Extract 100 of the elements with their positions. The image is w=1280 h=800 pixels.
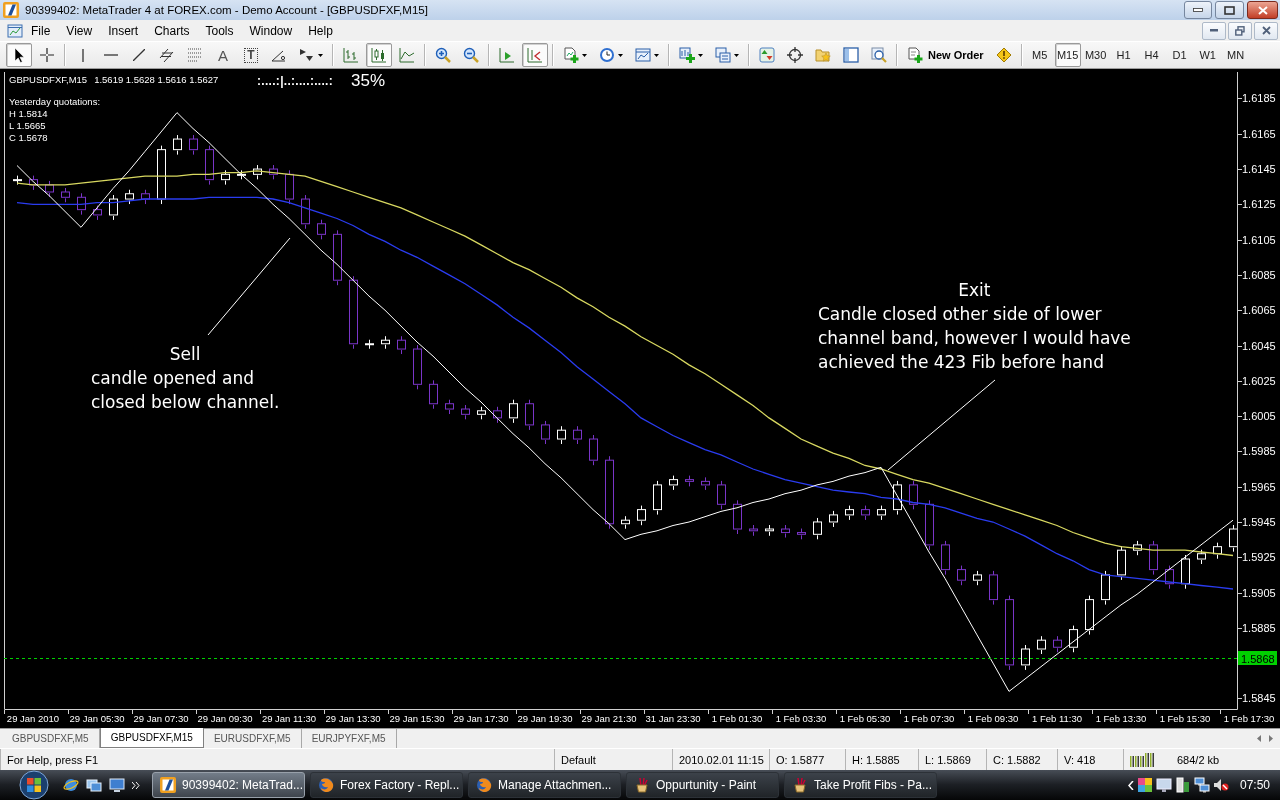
price-label: 1.6025	[1242, 374, 1276, 387]
minimize-button[interactable]	[1202, 21, 1226, 40]
status-text: L: 1.5869	[925, 753, 971, 766]
status-text: C: 1.5882	[993, 753, 1041, 766]
timeframe-button[interactable]: D1	[1166, 43, 1193, 67]
arrows-icon	[299, 47, 315, 63]
chart-prices: 1.5619 1.5628 1.5616 1.5627	[94, 74, 219, 86]
timeframe-button[interactable]: M15	[1054, 43, 1081, 67]
horizontal-line-icon	[104, 54, 118, 56]
double-chevron-icon[interactable]	[132, 781, 140, 789]
folder-star-icon	[815, 47, 831, 63]
brush-cup-icon	[634, 777, 650, 793]
close-button[interactable]	[1247, 1, 1278, 19]
windows-icon	[715, 47, 731, 63]
timeframe-button[interactable]: W1	[1194, 43, 1221, 67]
diagonal-line-icon	[133, 49, 145, 61]
menu-item[interactable]: Tools	[197, 21, 242, 40]
timeframe-button[interactable]: H4	[1138, 43, 1165, 67]
time-label: 1 Feb 11:30	[1032, 713, 1082, 724]
muted-speaker-icon[interactable]	[1212, 777, 1229, 793]
time-label: 1 Feb 01:30	[711, 713, 763, 724]
monitor-icon[interactable]	[1155, 777, 1172, 793]
menu-item[interactable]: File	[23, 21, 59, 40]
taskbar-button[interactable]: Oppurtunity - Paint	[626, 772, 779, 798]
vertical-line-icon	[82, 48, 84, 62]
taskbar-button[interactable]: Take Profit Fibs - Pa...	[784, 772, 937, 798]
monitor-icon[interactable]	[109, 777, 125, 793]
caret-icon	[618, 53, 623, 57]
price-label: 1.5885	[1242, 621, 1276, 634]
restore-icon	[1235, 25, 1245, 36]
status-text: 2010.02.01 11:15	[679, 753, 764, 766]
panel-window-icon	[843, 47, 859, 63]
scroll-left-icon[interactable]	[1257, 735, 1261, 742]
price-label: 1.6145	[1242, 163, 1276, 176]
globe-icon	[476, 777, 492, 793]
chart-symbol: GBPUSDFXF,M15	[9, 74, 88, 86]
quote-line: C 1.5678	[9, 132, 48, 144]
globe-icon[interactable]	[63, 777, 79, 793]
target-icon	[787, 47, 803, 63]
close-button[interactable]	[1254, 21, 1278, 40]
toolbar-button[interactable]: A	[210, 43, 236, 67]
scroll-right-icon[interactable]	[1269, 735, 1273, 742]
toolbar-button[interactable]: T	[238, 43, 264, 67]
menu-item[interactable]: Help	[300, 21, 341, 40]
color-squares-icon[interactable]	[1136, 777, 1153, 793]
restore-button[interactable]	[1228, 21, 1252, 40]
caret-icon	[734, 53, 739, 57]
menu-item[interactable]: Insert	[100, 21, 147, 40]
time-label: 29 Jan 19:30	[517, 713, 573, 724]
maximize-button[interactable]	[1215, 1, 1244, 19]
brush-cup-icon	[792, 777, 808, 793]
dotted-lines-icon	[188, 48, 202, 62]
timer-text: :....:|..:....:....:	[257, 74, 333, 88]
document-plus-icon	[563, 47, 579, 63]
two-screens-icon[interactable]	[1193, 777, 1210, 793]
chevron-left-icon[interactable]	[1127, 780, 1134, 790]
quote-line: L 1.5665	[9, 120, 46, 132]
timeframe-button[interactable]: H1	[1110, 43, 1137, 67]
app-logo-icon	[160, 777, 176, 793]
price-tag: 1.5868	[1238, 651, 1277, 665]
caret-icon	[654, 53, 659, 57]
annotation-text: candle opened and closed below channel.	[91, 367, 280, 414]
minimize-icon	[1210, 29, 1218, 32]
price-label: 1.6005	[1242, 410, 1276, 423]
price-label: 1.6185	[1242, 92, 1276, 105]
price-label: 1.6045	[1242, 339, 1276, 352]
time-label: 29 Jan 2010	[6, 713, 60, 724]
windows-switch-icon[interactable]	[86, 777, 102, 793]
timeframe-button[interactable]: MN	[1222, 43, 1249, 67]
warning-icon	[995, 47, 1012, 63]
close-icon	[1261, 26, 1271, 35]
clock: 07:50	[1239, 778, 1270, 792]
bars-icon[interactable]	[1174, 777, 1191, 793]
toolbar-button[interactable]	[6, 43, 32, 67]
bar-chart-icon	[343, 47, 359, 63]
menu-item[interactable]: Charts	[146, 21, 198, 40]
status-text: 684/2 kb	[1177, 753, 1220, 766]
chart-window-icon	[635, 47, 651, 63]
toolbar-button[interactable]: New Order	[902, 43, 989, 67]
toolbar-button[interactable]	[366, 43, 392, 67]
minimize-button[interactable]	[1184, 1, 1212, 19]
price-label: 1.5965	[1242, 480, 1276, 493]
menu-item[interactable]: View	[58, 21, 101, 40]
globe-icon	[318, 777, 334, 793]
taskbar-button[interactable]: 90399402: MetaTrad...	[152, 772, 305, 798]
magnifier-icon	[871, 47, 887, 63]
time-label: 29 Jan 13:30	[325, 713, 381, 724]
menu-item[interactable]: Window	[241, 21, 301, 40]
zoom-in-icon	[435, 47, 451, 63]
price-label: 1.6065	[1242, 304, 1276, 317]
zoom-out-icon	[463, 47, 479, 63]
status-text: Default	[561, 753, 596, 766]
timeframe-button[interactable]: M5	[1026, 43, 1053, 67]
price-label: 1.6165	[1242, 127, 1276, 140]
taskbar-button[interactable]: Manage Attachmen...	[468, 772, 621, 798]
time-label: 1 Feb 09:30	[967, 713, 1019, 724]
timeframe-button[interactable]: M30	[1082, 43, 1109, 67]
app-logo-icon	[3, 2, 19, 18]
chart-tab[interactable]: GBPUSDFXF,M15	[99, 728, 204, 748]
taskbar-button[interactable]: Forex Factory - Repl...	[310, 772, 463, 798]
